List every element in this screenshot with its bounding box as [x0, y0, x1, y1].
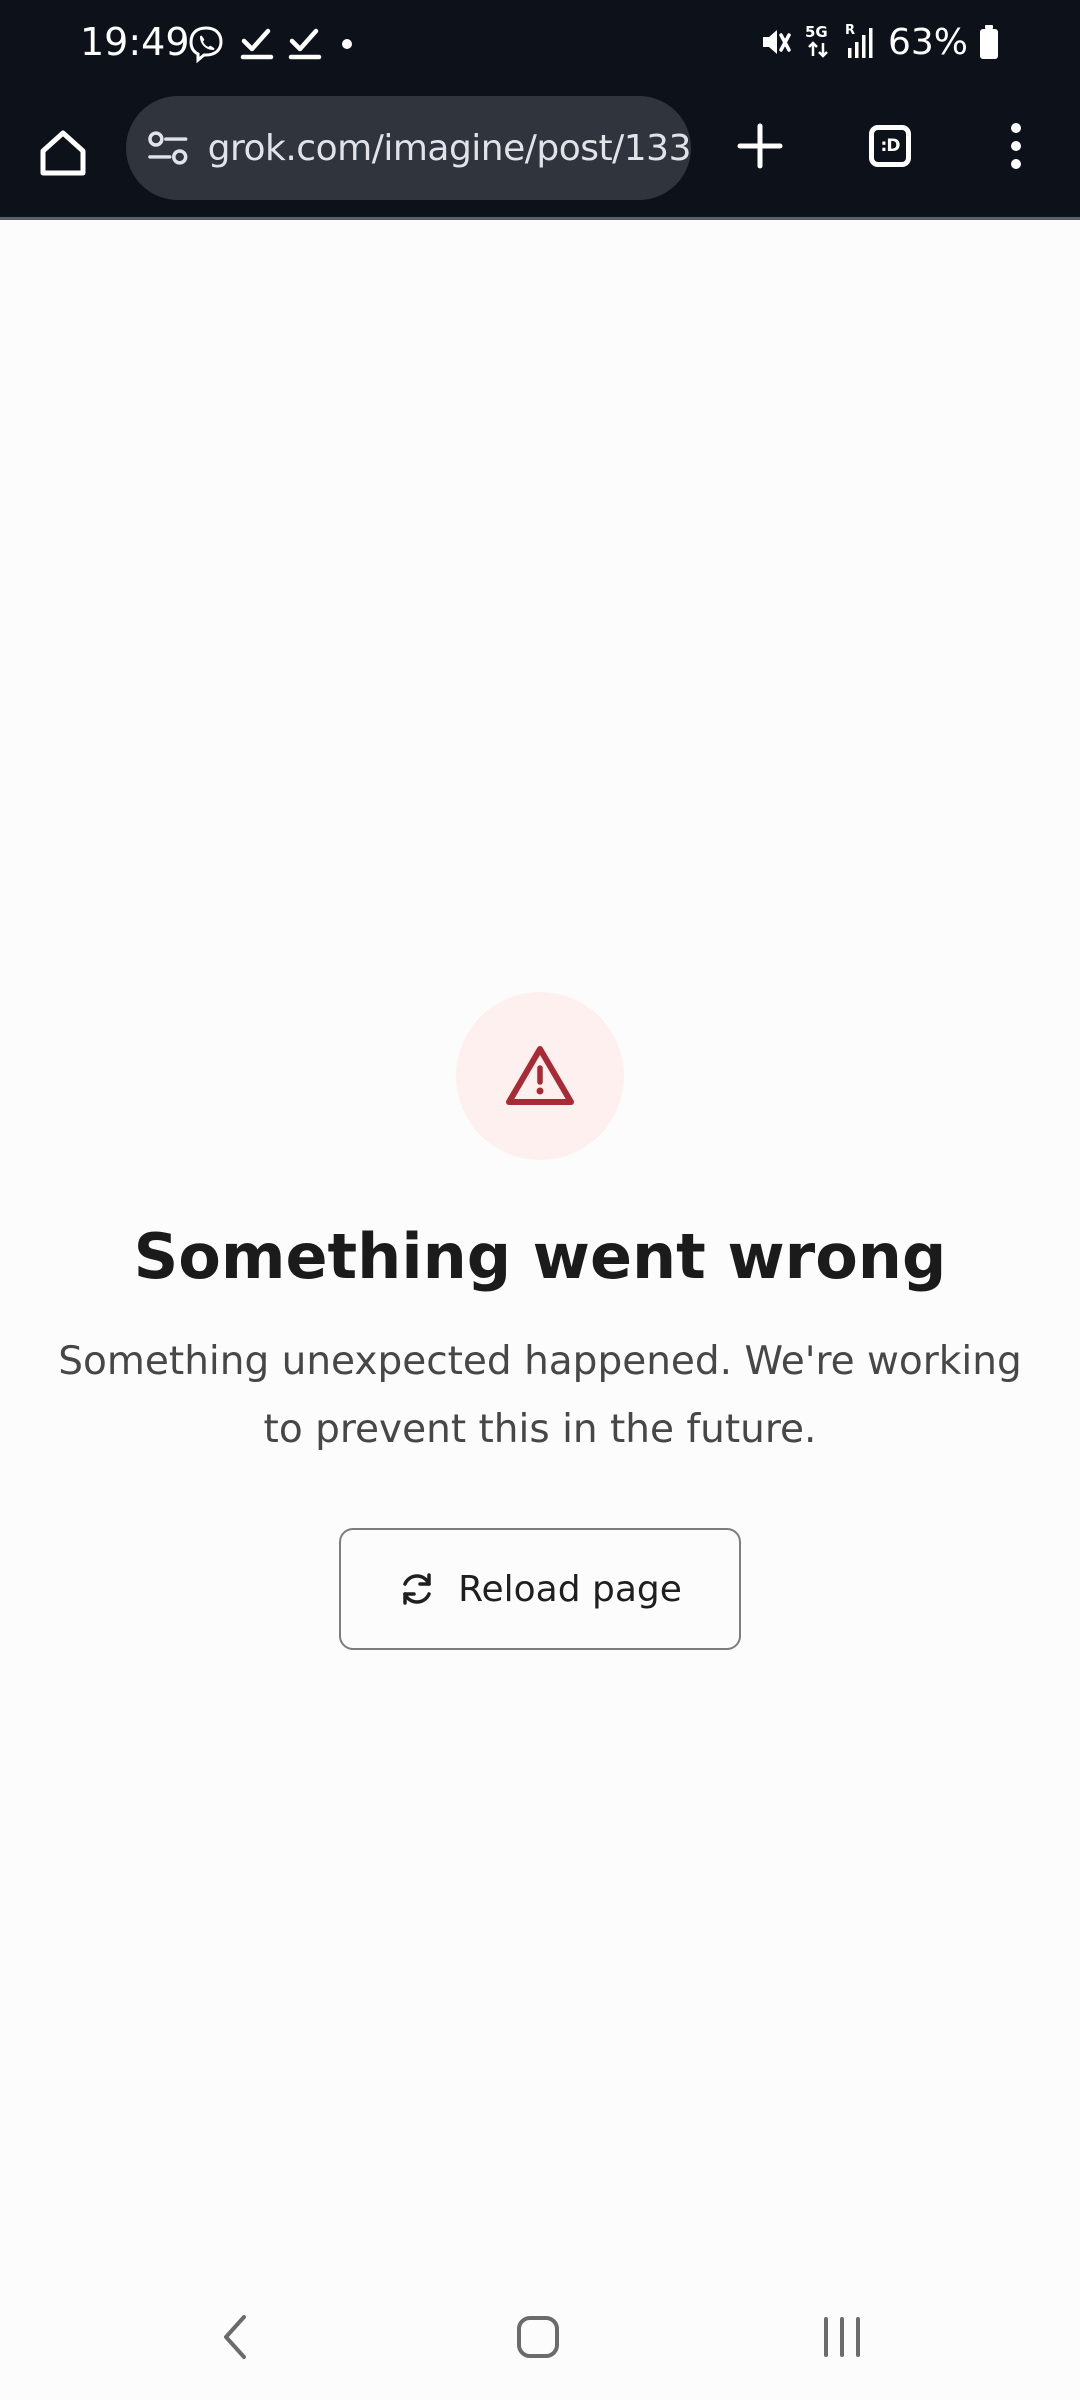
battery-icon [980, 25, 998, 59]
reload-page-label: Reload page [458, 1568, 682, 1610]
system-nav-bar [0, 2272, 1080, 2400]
url-text[interactable]: grok.com/imagine/post/133 [208, 128, 691, 169]
new-tab-button[interactable] [720, 106, 800, 186]
svg-text:5G: 5G [805, 23, 828, 41]
nav-back-button[interactable] [176, 2292, 296, 2382]
tab-switcher-icon: :D [869, 125, 911, 167]
tab-switcher-button[interactable]: :D [850, 106, 930, 186]
recents-icon [824, 2317, 860, 2357]
error-description: Something unexpected happened. We're wor… [58, 1339, 1022, 1452]
home-icon [517, 2316, 559, 2358]
status-time: 19:49 [80, 20, 190, 64]
home-icon [40, 130, 86, 176]
tab-count-label: :D [880, 136, 901, 156]
more-vert-icon [1011, 123, 1021, 169]
warning-badge [456, 992, 624, 1160]
page-content: Something went wrong Something unexpecte… [0, 222, 1080, 2272]
url-bar[interactable]: grok.com/imagine/post/133 [126, 96, 691, 200]
signal-icon: R [845, 23, 873, 58]
browser-toolbar: grok.com/imagine/post/133 :D [0, 84, 1080, 220]
tune-icon[interactable] [146, 128, 190, 168]
mute-icon [762, 30, 791, 54]
more-menu-button[interactable] [976, 106, 1056, 186]
back-icon [224, 2315, 246, 2359]
nav-recents-button[interactable] [782, 2292, 902, 2382]
nav-home-button[interactable] [478, 2292, 598, 2382]
network-5g-icon: 5G [805, 23, 828, 58]
status-bar: 19:49 5G R 63% [0, 0, 1080, 84]
notification-icons [186, 22, 358, 66]
svg-text:R: R [845, 23, 855, 38]
viber-icon [189, 26, 223, 64]
warning-triangle-icon [506, 1046, 574, 1105]
reload-page-button[interactable]: Reload page [339, 1528, 741, 1650]
check-icon [240, 28, 274, 60]
refresh-icon [403, 1573, 431, 1605]
dot-icon [342, 39, 352, 49]
check-icon [288, 28, 322, 60]
system-status-icons: 5G R 63% [758, 18, 1000, 66]
plus-icon [737, 123, 783, 169]
error-title: Something went wrong [133, 1220, 947, 1293]
battery-percent: 63% [887, 21, 968, 63]
home-button[interactable] [22, 112, 104, 194]
